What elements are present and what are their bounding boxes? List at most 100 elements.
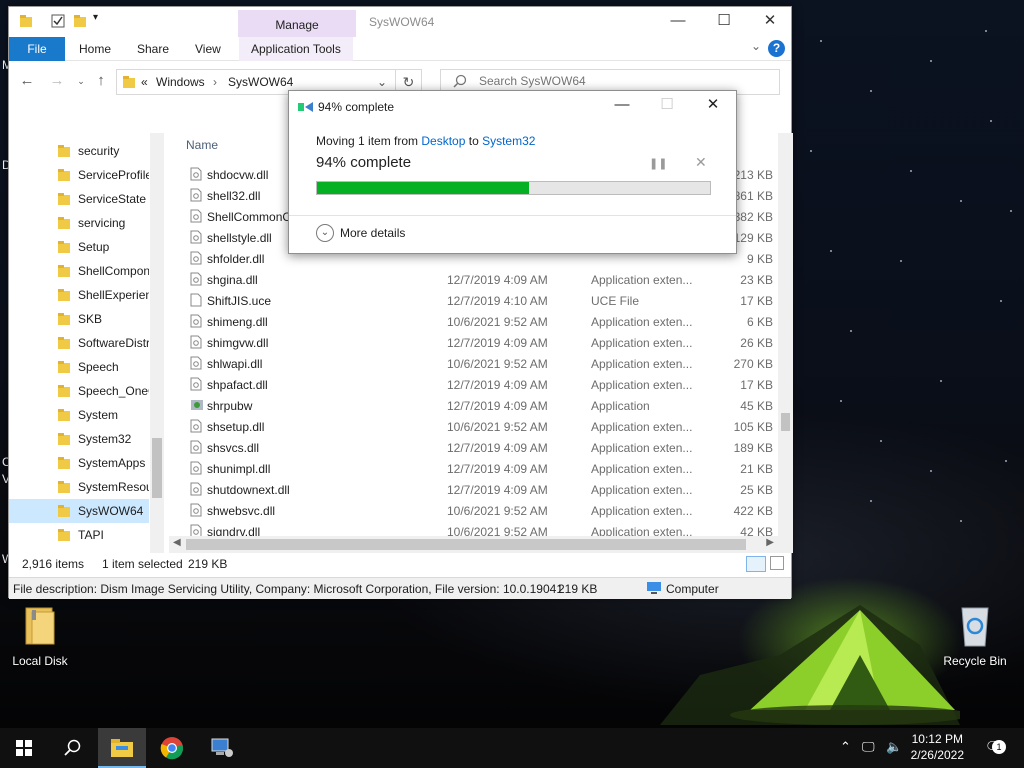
file-row[interactable]: shutdownext.dll 12/7/2019 4:09 AM Applicat… [173, 479, 778, 500]
dll-file-icon [190, 314, 202, 328]
folder-icon [58, 337, 70, 349]
tab-application-tools[interactable]: Application Tools [239, 37, 353, 61]
scroll-right-arrow-icon[interactable]: ▶ [766, 537, 774, 548]
minimize-button[interactable]: — [655, 7, 701, 37]
large-icons-view-icon[interactable] [770, 556, 784, 570]
file-date: 12/7/2019 4:09 AM [447, 336, 548, 350]
file-row[interactable]: shsetup.dll 10/6/2021 9:52 AM Application … [173, 416, 778, 437]
selected-count: 1 item selected [102, 557, 183, 571]
horizontal-scroll-thumb[interactable] [186, 539, 746, 550]
nav-item-label: SKB [78, 312, 103, 326]
file-row[interactable]: shrpubw 12/7/2019 4:09 AM Application 45 KB [173, 395, 778, 416]
nav-item[interactable]: TAPI [9, 523, 149, 547]
up-arrow-icon[interactable]: ↑ [91, 71, 111, 91]
breadcrumb-overflow-chevron[interactable]: « [141, 75, 148, 89]
nav-item[interactable]: servicing [9, 211, 149, 235]
taskbar-file-explorer[interactable] [98, 728, 146, 768]
maximize-button[interactable]: ☐ [701, 7, 747, 37]
dialog-minimize-button[interactable]: — [600, 94, 644, 118]
star [960, 200, 962, 202]
file-size: 21 KB [740, 462, 773, 476]
desktop-icon-recycle-bin[interactable]: Recycle Bin [935, 604, 1015, 668]
nav-item[interactable]: SKB [9, 307, 149, 331]
dialog-close-button[interactable]: ✕ [691, 94, 735, 118]
help-icon[interactable]: ? [768, 40, 785, 57]
column-header-name[interactable]: Name [186, 138, 218, 152]
back-arrow-icon[interactable]: ← [17, 71, 37, 91]
file-row[interactable]: shimeng.dll 10/6/2021 9:52 AM Application … [173, 311, 778, 332]
forward-arrow-icon[interactable]: → [47, 71, 67, 91]
new-folder-icon[interactable] [73, 14, 87, 28]
nav-pane-scrollbar[interactable] [150, 133, 164, 553]
tab-home[interactable]: Home [79, 37, 111, 61]
scroll-left-arrow-icon[interactable]: ◀ [173, 537, 181, 548]
nav-item[interactable]: System32 [9, 427, 149, 451]
file-row[interactable]: shgina.dll 12/7/2019 4:09 AM Application e… [173, 269, 778, 290]
customize-quick-access-dropdown-icon[interactable]: ▾ [93, 12, 107, 26]
file-list-vertical-scrollbar[interactable] [778, 133, 793, 553]
selected-size: 219 KB [188, 557, 228, 571]
file-type: Application exten... [591, 315, 693, 329]
nav-item[interactable]: Setup [9, 235, 149, 259]
show-hidden-icons-chevron[interactable]: ⌃ [840, 739, 851, 755]
file-size: 17 KB [740, 378, 773, 392]
file-row[interactable]: shlwapi.dll 10/6/2021 9:52 AM Application … [173, 353, 778, 374]
nav-item[interactable]: SystemResources [9, 475, 149, 499]
file-row[interactable]: shsvcs.dll 12/7/2019 4:09 AM Application e… [173, 437, 778, 458]
source-link[interactable]: Desktop [421, 134, 465, 148]
file-list-horizontal-scrollbar[interactable]: ◀ ▶ [169, 536, 778, 553]
dll-file-icon [190, 503, 202, 517]
breadcrumb-syswow64[interactable]: SysWOW64 [228, 75, 293, 89]
destination-link[interactable]: System32 [482, 134, 535, 148]
nav-item[interactable]: SystemApps [9, 451, 149, 475]
taskbar-chrome[interactable] [148, 728, 196, 768]
expand-ribbon-chevron-icon[interactable]: ⌄ [751, 39, 761, 53]
nav-item[interactable]: Speech_OneCore [9, 379, 149, 403]
close-button[interactable]: ✕ [747, 7, 793, 37]
taskbar-remote-app[interactable] [198, 728, 246, 768]
properties-checkmark-icon[interactable] [51, 14, 65, 28]
nav-item[interactable]: ServiceProfiles [9, 163, 149, 187]
file-date: 12/7/2019 4:09 AM [447, 273, 548, 287]
tab-manage[interactable]: Manage [238, 10, 356, 40]
pause-icon[interactable]: ❚❚ [649, 157, 667, 170]
dialog-divider [289, 215, 736, 216]
file-row[interactable]: shunimpl.dll 12/7/2019 4:09 AM Application… [173, 458, 778, 479]
nav-item[interactable]: ShellExperiences [9, 283, 149, 307]
search-input[interactable] [479, 74, 769, 88]
address-history-dropdown-icon[interactable]: ⌄ [377, 75, 387, 89]
nav-item[interactable]: ServiceState [9, 187, 149, 211]
file-name: shrpubw [207, 399, 253, 413]
search-taskbar-button[interactable] [48, 728, 96, 768]
clock[interactable]: 10:12 PM 2/26/2022 [911, 731, 964, 763]
ribbon-tabs: File Home Share View Application Tools ⌄… [9, 37, 791, 61]
breadcrumb-windows[interactable]: Windows [156, 75, 205, 89]
file-row[interactable]: shpafact.dll 12/7/2019 4:09 AM Application… [173, 374, 778, 395]
recent-locations-dropdown-icon[interactable]: ⌄ [71, 71, 91, 91]
tab-view[interactable]: View [195, 37, 221, 61]
tab-file[interactable]: File [9, 37, 65, 61]
nav-pane-scroll-thumb[interactable] [152, 438, 162, 498]
nav-item[interactable]: SysWOW64 [9, 499, 149, 523]
file-row[interactable]: shimgvw.dll 12/7/2019 4:09 AM Application … [173, 332, 778, 353]
cancel-icon[interactable]: ✕ [695, 154, 707, 171]
dll-file-icon [190, 209, 202, 223]
file-name: shfolder.dll [207, 252, 265, 266]
details-view-icon[interactable] [746, 556, 766, 572]
tab-share[interactable]: Share [137, 37, 169, 61]
file-row[interactable]: shwebsvc.dll 10/6/2021 9:52 AM Application… [173, 500, 778, 521]
title-bar[interactable]: ▾ Manage SysWOW64 — ☐ ✕ [9, 7, 793, 40]
desktop-icon-local-disk[interactable]: Local Disk [0, 604, 80, 668]
nav-item[interactable]: security [9, 139, 149, 163]
network-icon[interactable]: 🖵 [862, 739, 875, 755]
volume-icon[interactable]: 🔈 [886, 739, 902, 755]
nav-item[interactable]: SoftwareDistribution [9, 331, 149, 355]
windows-logo-icon [16, 740, 32, 756]
folder-icon [58, 241, 70, 253]
file-list-scroll-thumb[interactable] [781, 413, 790, 431]
nav-item[interactable]: System [9, 403, 149, 427]
nav-item[interactable]: ShellComponents [9, 259, 149, 283]
nav-item[interactable]: Speech [9, 355, 149, 379]
start-button[interactable] [0, 728, 48, 768]
file-row[interactable]: ShiftJIS.uce 12/7/2019 4:10 AM UCE File 17 … [173, 290, 778, 311]
